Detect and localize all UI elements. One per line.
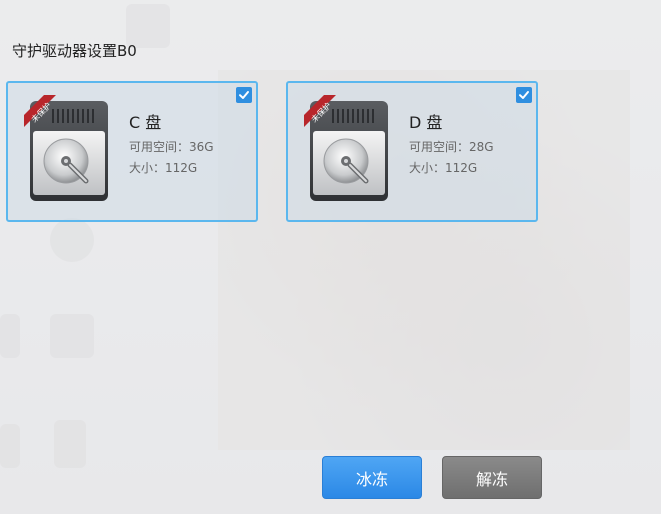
drive-name: D 盘 bbox=[409, 113, 443, 132]
drive-free-space: 可用空间：28G bbox=[409, 140, 494, 154]
drive-total-size: 大小：112G bbox=[129, 161, 198, 175]
drive-name: C 盘 bbox=[129, 113, 162, 132]
panel-overlay bbox=[0, 0, 661, 514]
drive-c-checkbox[interactable] bbox=[236, 87, 252, 103]
drive-card-c[interactable]: 未保护 C 盘 可用空间：36G 大小：112G bbox=[6, 81, 258, 222]
drive-d-checkbox[interactable] bbox=[516, 87, 532, 103]
freeze-button[interactable]: 冰冻 bbox=[322, 456, 422, 499]
drive-total-size: 大小：112G bbox=[409, 161, 478, 175]
dialog-title: 守护驱动器设置B0 bbox=[12, 42, 137, 60]
unfreeze-button[interactable]: 解冻 bbox=[442, 456, 542, 499]
hard-drive-icon: 未保护 bbox=[24, 95, 108, 201]
drive-card-d[interactable]: 未保护 D 盘 可用空间：28G 大小：112G bbox=[286, 81, 538, 222]
hard-drive-icon: 未保护 bbox=[304, 95, 388, 201]
drive-free-space: 可用空间：36G bbox=[129, 140, 214, 154]
check-icon bbox=[519, 91, 529, 99]
check-icon bbox=[239, 91, 249, 99]
